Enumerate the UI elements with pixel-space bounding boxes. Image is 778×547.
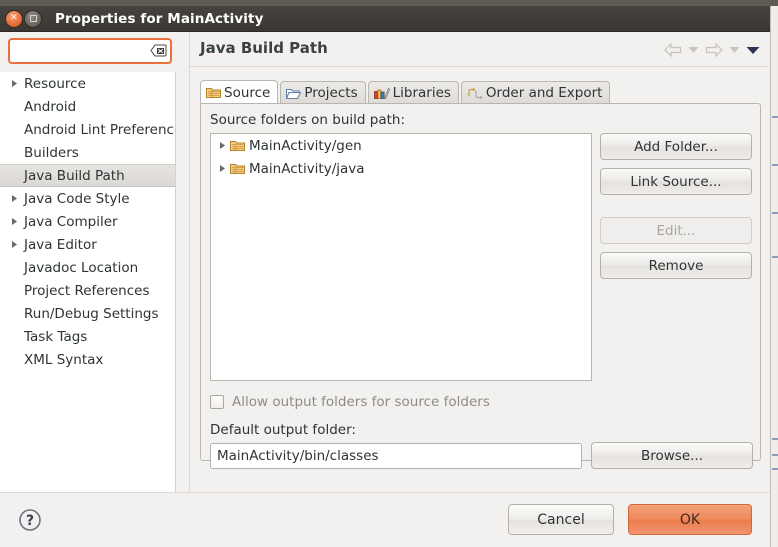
source-folder-icon <box>206 86 221 99</box>
add-folder-button[interactable]: Add Folder... <box>600 133 752 160</box>
ok-button[interactable]: OK <box>628 504 752 535</box>
link-source-button[interactable]: Link Source... <box>600 168 752 195</box>
sidebar-item-java-build-path[interactable]: Java Build Path <box>0 164 175 187</box>
source-actions-column: Add Folder... Link Source... Edit... Rem… <box>600 133 752 279</box>
list-item-label: MainActivity/gen <box>249 137 362 154</box>
close-icon[interactable]: ✕ <box>6 10 22 27</box>
forward-arrow-icon[interactable] <box>705 43 723 57</box>
settings-sidebar: Resource Android Android Lint Preference… <box>0 32 188 520</box>
tab-projects[interactable]: Projects <box>280 81 366 104</box>
sidebar-item-label: Javadoc Location <box>24 259 139 276</box>
tab-label: Projects <box>304 85 358 101</box>
sidebar-item-label: Builders <box>24 144 79 161</box>
tab-order-and-export[interactable]: Order and Export <box>460 81 611 104</box>
settings-page: Java Build Path Source Projects Librarie… <box>189 32 771 492</box>
expand-arrow-icon[interactable] <box>215 164 230 173</box>
sidebar-item-label: Java Editor <box>24 236 97 253</box>
tab-label: Source <box>224 84 271 101</box>
expand-arrow-icon[interactable] <box>6 79 22 88</box>
default-output-folder-input[interactable] <box>210 442 582 469</box>
sidebar-item-run-debug-settings[interactable]: Run/Debug Settings <box>0 302 175 325</box>
dialog-body: Resource Android Android Lint Preference… <box>0 32 771 547</box>
source-folder-icon <box>230 139 249 152</box>
search-field-wrapper <box>8 38 172 64</box>
chevron-down-icon[interactable] <box>729 46 740 54</box>
window-title: Properties for MainActivity <box>55 10 264 27</box>
clear-icon[interactable] <box>150 44 167 57</box>
sidebar-item-label: XML Syntax <box>24 351 104 368</box>
view-menu-icon[interactable] <box>746 46 760 55</box>
dialog-footer: ? Cancel OK <box>0 492 770 547</box>
sidebar-item-label: Android Lint Preferences <box>24 121 176 138</box>
sidebar-item-task-tags[interactable]: Task Tags <box>0 325 175 348</box>
sidebar-item-label: Run/Debug Settings <box>24 305 159 322</box>
help-question-icon[interactable]: ? <box>18 508 42 532</box>
header-divider <box>190 66 771 67</box>
browse-button[interactable]: Browse... <box>591 442 753 469</box>
expand-arrow-icon[interactable] <box>215 141 230 150</box>
window-titlebar: ✕ Properties for MainActivity <box>0 6 770 32</box>
sidebar-item-java-code-style[interactable]: Java Code Style <box>0 187 175 210</box>
list-item[interactable]: MainActivity/gen <box>211 134 591 157</box>
tab-label: Libraries <box>392 85 451 101</box>
back-arrow-icon[interactable] <box>664 43 682 57</box>
chevron-down-icon[interactable] <box>688 46 699 54</box>
tab-source[interactable]: Source <box>200 80 279 104</box>
page-navigation-toolbar <box>664 38 760 62</box>
list-item-label: MainActivity/java <box>249 160 365 177</box>
expand-arrow-icon[interactable] <box>6 240 22 249</box>
sidebar-item-android[interactable]: Android <box>0 95 175 118</box>
source-folder-icon <box>230 162 249 175</box>
sidebar-item-label: Java Build Path <box>24 167 125 184</box>
order-export-icon <box>467 87 483 100</box>
sidebar-item-resource[interactable]: Resource <box>0 72 175 95</box>
source-folders-label: Source folders on build path: <box>210 112 406 128</box>
sidebar-item-javadoc-location[interactable]: Javadoc Location <box>0 256 175 279</box>
edit-button: Edit... <box>600 217 752 244</box>
sidebar-item-label: Android <box>24 98 77 115</box>
sidebar-item-label: Task Tags <box>24 328 88 345</box>
sidebar-item-label: Java Compiler <box>24 213 118 230</box>
allow-output-folders-checkbox[interactable] <box>210 395 224 409</box>
list-item[interactable]: MainActivity/java <box>211 157 591 180</box>
footer-buttons: Cancel OK <box>508 504 752 535</box>
desktop-background-right <box>770 6 778 547</box>
sidebar-item-builders[interactable]: Builders <box>0 141 175 164</box>
search-input[interactable] <box>8 38 172 64</box>
tab-label: Order and Export <box>485 85 603 101</box>
tab-libraries[interactable]: Libraries <box>367 81 459 104</box>
build-path-tabs: Source Projects Libraries Order and Expo… <box>200 80 612 104</box>
sidebar-item-label: Resource <box>24 75 86 92</box>
sidebar-item-label: Project References <box>24 282 150 299</box>
settings-tree[interactable]: Resource Android Android Lint Preference… <box>0 72 176 520</box>
default-output-folder-row: Browse... <box>210 442 753 469</box>
remove-button[interactable]: Remove <box>600 252 752 279</box>
maximize-icon[interactable] <box>25 10 41 27</box>
default-output-folder-label: Default output folder: <box>210 422 356 438</box>
sidebar-item-label: Java Code Style <box>24 190 130 207</box>
svg-text:?: ? <box>26 513 34 529</box>
libraries-books-icon <box>373 87 390 100</box>
page-title: Java Build Path <box>200 39 328 57</box>
sidebar-item-android-lint-preferences[interactable]: Android Lint Preferences <box>0 118 175 141</box>
sidebar-item-java-compiler[interactable]: Java Compiler <box>0 210 175 233</box>
sidebar-item-project-references[interactable]: Project References <box>0 279 175 302</box>
source-folders-list[interactable]: MainActivity/gen MainActivity/java <box>210 133 592 381</box>
allow-output-folders-label: Allow output folders for source folders <box>232 394 490 410</box>
sidebar-item-java-editor[interactable]: Java Editor <box>0 233 175 256</box>
sidebar-item-xml-syntax[interactable]: XML Syntax <box>0 348 175 371</box>
projects-folder-icon <box>286 87 302 100</box>
dialog-screen: ✕ Properties for MainActivity Resource A… <box>0 0 778 547</box>
source-tab-panel: Source folders on build path: MainActivi… <box>200 103 761 469</box>
cancel-button[interactable]: Cancel <box>508 504 614 535</box>
allow-output-folders-row: Allow output folders for source folders <box>210 394 490 410</box>
expand-arrow-icon[interactable] <box>6 194 22 203</box>
expand-arrow-icon[interactable] <box>6 217 22 226</box>
